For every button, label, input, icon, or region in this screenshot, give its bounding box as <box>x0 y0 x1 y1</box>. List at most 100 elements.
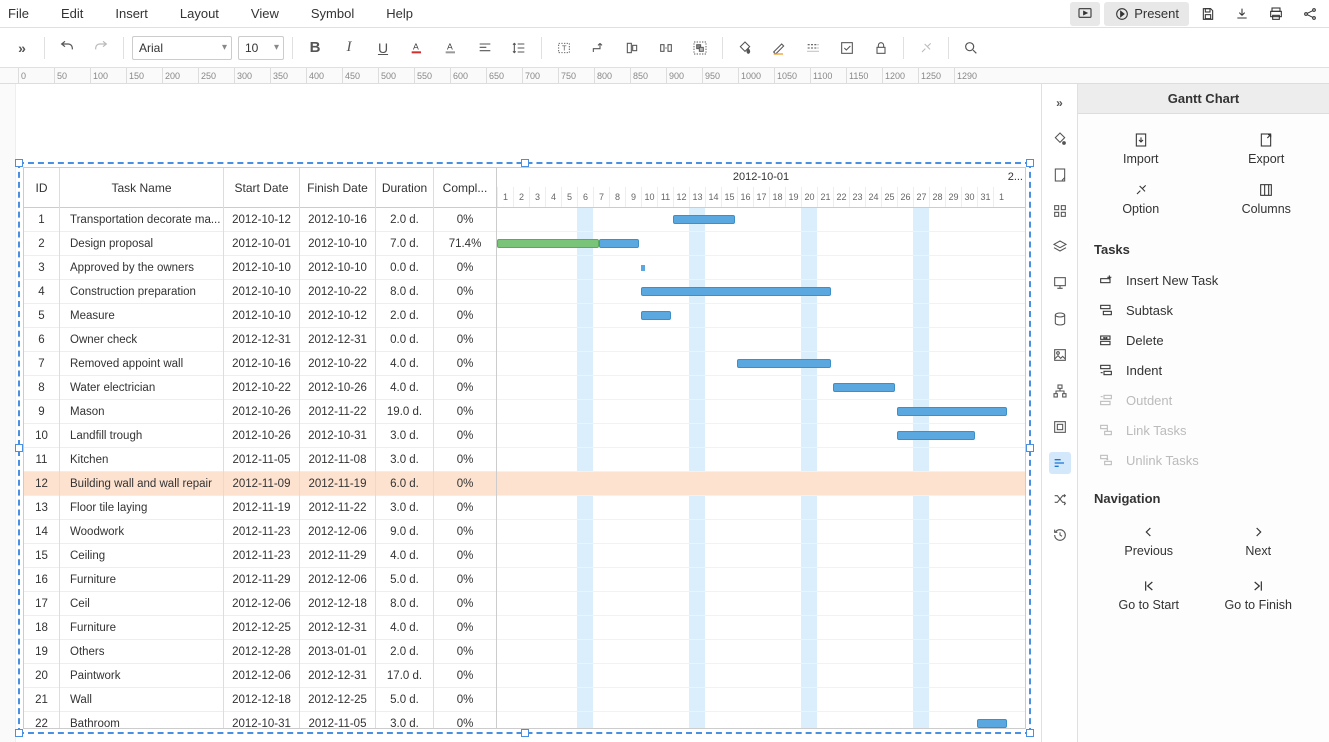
table-cell[interactable]: 3 <box>24 256 59 280</box>
table-cell[interactable]: 2012-12-31 <box>224 328 299 352</box>
font-size-select[interactable]: 10 <box>238 36 284 60</box>
font-family-select[interactable]: Arial <box>132 36 232 60</box>
table-cell[interactable]: 2012-12-06 <box>300 520 375 544</box>
redo-button[interactable] <box>87 34 115 62</box>
table-cell[interactable]: 2012-10-10 <box>300 256 375 280</box>
gantt-bar-progress[interactable] <box>497 239 599 248</box>
table-cell[interactable]: 22 <box>24 712 59 729</box>
font-color-button[interactable]: A <box>403 34 431 62</box>
table-cell[interactable]: Furniture <box>60 616 223 640</box>
table-cell[interactable]: 0% <box>434 712 496 729</box>
table-cell[interactable]: 0% <box>434 568 496 592</box>
gantt-bar[interactable] <box>641 311 671 320</box>
timeline-row[interactable] <box>497 496 1025 520</box>
line-spacing-button[interactable] <box>505 34 533 62</box>
table-cell[interactable]: Others <box>60 640 223 664</box>
presentation-dock-icon[interactable] <box>1049 272 1071 294</box>
table-cell[interactable]: 20 <box>24 664 59 688</box>
column-header[interactable]: ID <box>24 168 59 208</box>
table-cell[interactable]: 2012-11-08 <box>300 448 375 472</box>
table-cell[interactable]: 6.0 d. <box>376 472 433 496</box>
table-cell[interactable]: 3.0 d. <box>376 496 433 520</box>
table-cell[interactable]: 4.0 d. <box>376 544 433 568</box>
table-cell[interactable]: Paintwork <box>60 664 223 688</box>
gantt-bar[interactable] <box>833 383 895 392</box>
bold-button[interactable]: B <box>301 34 329 62</box>
table-cell[interactable]: 2012-10-26 <box>224 400 299 424</box>
table-cell[interactable]: 2012-12-06 <box>300 568 375 592</box>
table-cell[interactable]: 3.0 d. <box>376 712 433 729</box>
table-cell[interactable]: 0% <box>434 400 496 424</box>
table-cell[interactable]: Owner check <box>60 328 223 352</box>
table-cell[interactable]: 0% <box>434 280 496 304</box>
table-cell[interactable]: Kitchen <box>60 448 223 472</box>
timeline-row[interactable] <box>497 256 1025 280</box>
table-cell[interactable]: 0% <box>434 496 496 520</box>
table-cell[interactable]: 0% <box>434 256 496 280</box>
table-cell[interactable]: 2012-10-26 <box>300 376 375 400</box>
table-cell[interactable]: 2012-12-06 <box>224 592 299 616</box>
delete-task-button[interactable]: Delete <box>1094 325 1313 355</box>
table-cell[interactable]: 0.0 d. <box>376 328 433 352</box>
menu-insert[interactable]: Insert <box>99 2 164 25</box>
gantt-selection-frame[interactable]: ID12345678910111213141516171819202122Tas… <box>18 162 1031 734</box>
column-header[interactable]: Task Name <box>60 168 223 208</box>
timeline-row[interactable] <box>497 592 1025 616</box>
table-cell[interactable]: 2012-12-28 <box>224 640 299 664</box>
menu-edit[interactable]: Edit <box>45 2 99 25</box>
table-cell[interactable]: 4.0 d. <box>376 376 433 400</box>
table-cell[interactable]: 1 <box>24 208 59 232</box>
settings-button[interactable] <box>912 34 940 62</box>
timeline-row[interactable] <box>497 304 1025 328</box>
share-icon-button[interactable] <box>1295 2 1325 26</box>
table-cell[interactable]: 2.0 d. <box>376 304 433 328</box>
table-cell[interactable]: 2012-12-06 <box>224 664 299 688</box>
table-cell[interactable]: 7 <box>24 352 59 376</box>
table-cell[interactable]: Building wall and wall repair <box>60 472 223 496</box>
table-cell[interactable]: Water electrician <box>60 376 223 400</box>
highlight-button[interactable]: A <box>437 34 465 62</box>
fill-color-button[interactable] <box>731 34 759 62</box>
table-cell[interactable]: Mason <box>60 400 223 424</box>
gantt-bar[interactable] <box>977 719 1007 728</box>
table-cell[interactable]: 12 <box>24 472 59 496</box>
timeline-row[interactable] <box>497 472 1025 496</box>
table-cell[interactable]: 2012-10-22 <box>300 352 375 376</box>
timeline-row[interactable] <box>497 232 1025 256</box>
table-cell[interactable]: 2012-11-05 <box>224 448 299 472</box>
resize-handle[interactable] <box>1026 444 1034 452</box>
gantt-dock-icon[interactable] <box>1049 452 1071 474</box>
table-cell[interactable]: 6 <box>24 328 59 352</box>
grid-dock-icon[interactable] <box>1049 200 1071 222</box>
table-cell[interactable]: 2012-11-19 <box>224 496 299 520</box>
table-cell[interactable]: 2012-11-19 <box>300 472 375 496</box>
timeline-row[interactable] <box>497 544 1025 568</box>
table-cell[interactable]: 13 <box>24 496 59 520</box>
gantt-bar[interactable] <box>673 215 735 224</box>
table-cell[interactable]: 18 <box>24 616 59 640</box>
table-cell[interactable]: Removed appoint wall <box>60 352 223 376</box>
layers-dock-icon[interactable] <box>1049 236 1071 258</box>
orgchart-dock-icon[interactable] <box>1049 380 1071 402</box>
table-cell[interactable]: 2013-01-01 <box>300 640 375 664</box>
columns-button[interactable]: Columns <box>1204 174 1329 224</box>
table-cell[interactable]: 17.0 d. <box>376 664 433 688</box>
timeline-row[interactable] <box>497 640 1025 664</box>
table-cell[interactable]: 8.0 d. <box>376 280 433 304</box>
table-cell[interactable]: 2012-10-31 <box>224 712 299 729</box>
indent-button[interactable]: Indent <box>1094 355 1313 385</box>
gantt-timeline[interactable]: 2012-10-01 2... 123456789101112131415161… <box>497 168 1025 728</box>
table-cell[interactable]: 2012-11-22 <box>300 496 375 520</box>
table-cell[interactable]: 2012-11-05 <box>300 712 375 729</box>
table-cell[interactable]: 2.0 d. <box>376 208 433 232</box>
timeline-row[interactable] <box>497 352 1025 376</box>
table-cell[interactable]: 2012-10-26 <box>224 424 299 448</box>
table-cell[interactable]: 15 <box>24 544 59 568</box>
table-cell[interactable]: 2012-12-25 <box>224 616 299 640</box>
menu-view[interactable]: View <box>235 2 295 25</box>
resize-handle[interactable] <box>1026 159 1034 167</box>
timeline-row[interactable] <box>497 280 1025 304</box>
image-dock-icon[interactable] <box>1049 344 1071 366</box>
table-cell[interactable]: 17 <box>24 592 59 616</box>
table-cell[interactable]: 2012-12-31 <box>300 328 375 352</box>
